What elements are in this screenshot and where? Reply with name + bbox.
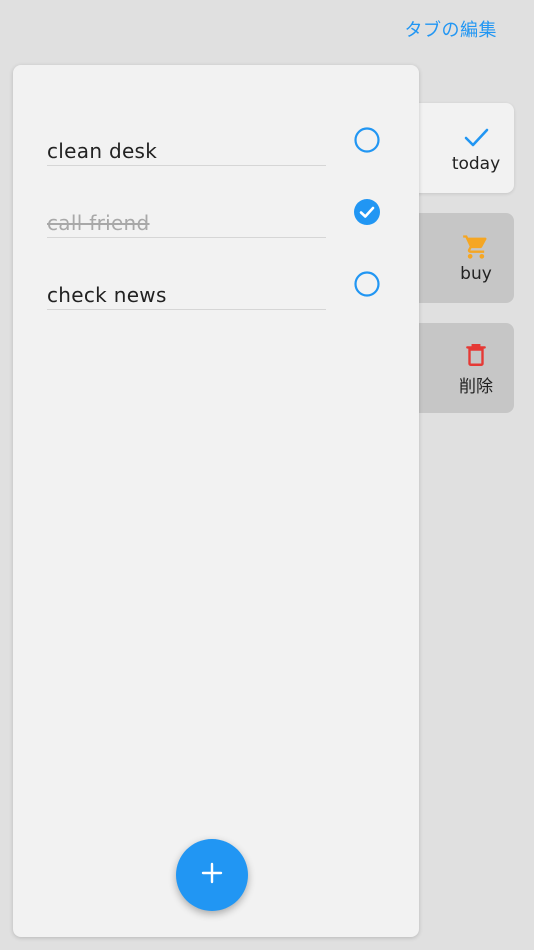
task-checkbox-unchecked[interactable]	[354, 127, 380, 153]
trash-icon	[461, 340, 491, 370]
task-divider	[47, 309, 326, 310]
tab-bar: today buy 削除	[400, 0, 534, 950]
task-checkbox-unchecked[interactable]	[354, 271, 380, 297]
tab-today-label: today	[451, 154, 501, 174]
task-checkbox-checked[interactable]	[354, 199, 380, 225]
task-item: call friend	[47, 187, 385, 259]
cart-icon	[461, 232, 491, 262]
tab-delete[interactable]: 削除	[410, 323, 514, 413]
check-icon	[461, 122, 491, 152]
add-task-button[interactable]	[176, 839, 248, 911]
task-item: check news	[47, 259, 385, 331]
plus-icon	[200, 861, 224, 889]
tab-delete-label: 削除	[459, 376, 493, 397]
task-divider	[47, 165, 326, 166]
tab-today[interactable]: today	[410, 103, 514, 193]
task-item: clean desk	[47, 115, 385, 187]
task-text[interactable]: clean desk	[47, 139, 326, 163]
task-divider	[47, 237, 326, 238]
tab-buy[interactable]: buy	[410, 213, 514, 303]
tab-buy-label: buy	[460, 264, 492, 284]
task-text[interactable]: call friend	[47, 211, 326, 235]
task-list-card: clean desk call friend check news	[13, 65, 419, 937]
task-text[interactable]: check news	[47, 283, 326, 307]
